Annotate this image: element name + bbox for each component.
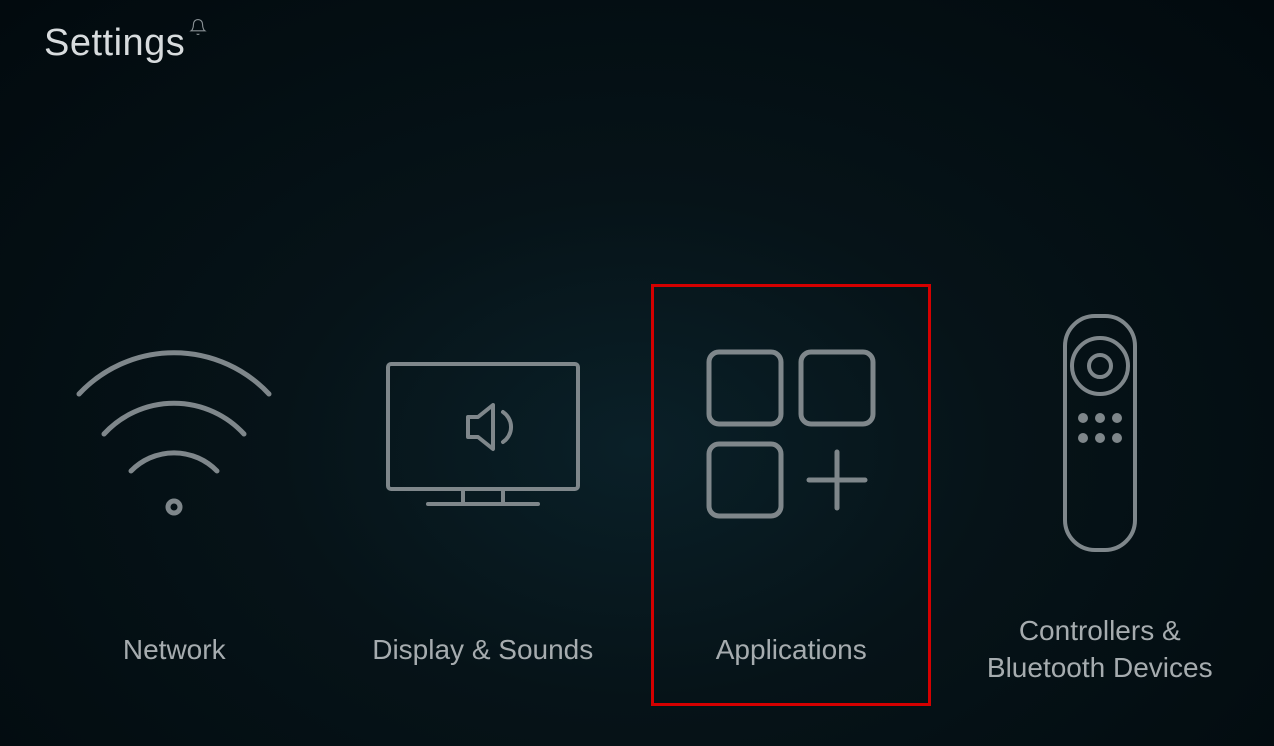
tile-applications[interactable]: Applications bbox=[651, 284, 931, 706]
tile-label-network: Network bbox=[123, 614, 226, 686]
wifi-icon bbox=[59, 304, 289, 564]
notification-bell-icon[interactable] bbox=[189, 18, 207, 36]
tv-sound-icon bbox=[373, 304, 593, 564]
tile-label-controllers-bluetooth: Controllers &Bluetooth Devices bbox=[987, 613, 1213, 686]
settings-tiles-row: Network Display & Sounds Applic bbox=[0, 283, 1274, 706]
tile-label-display-sounds: Display & Sounds bbox=[372, 614, 593, 686]
apps-grid-icon bbox=[691, 304, 891, 564]
page-title: Settings bbox=[44, 22, 185, 65]
tile-display-sounds[interactable]: Display & Sounds bbox=[343, 284, 623, 706]
tile-controllers-bluetooth[interactable]: Controllers &Bluetooth Devices bbox=[960, 283, 1240, 706]
remote-icon bbox=[1055, 303, 1145, 563]
header: Settings bbox=[44, 22, 207, 65]
tile-network[interactable]: Network bbox=[34, 284, 314, 706]
tile-label-applications: Applications bbox=[716, 614, 867, 686]
